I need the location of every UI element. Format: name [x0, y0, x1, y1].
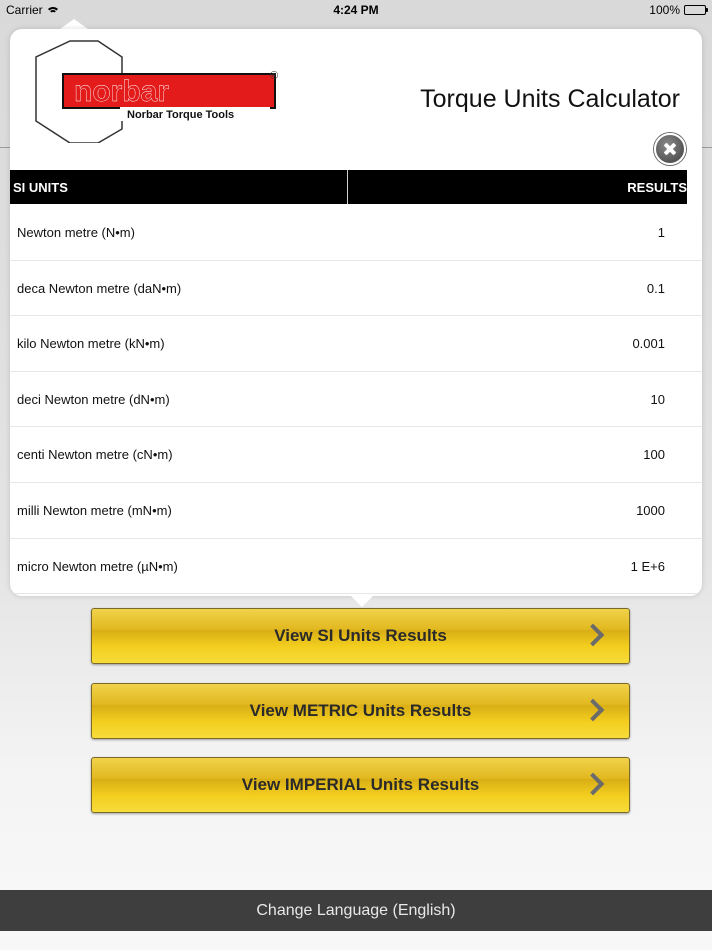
results-table: Newton metre (N•m) 1 deca Newton metre (… [10, 205, 702, 595]
button-label: View IMPERIAL Units Results [241, 775, 480, 794]
unit-label: deci Newton metre (dN•m) [17, 391, 170, 407]
status-bar: Carrier 4:24 PM 100% [0, 0, 712, 20]
button-label: View METRIC Units Results [249, 701, 472, 720]
unit-label: milli Newton metre (mN•m) [17, 502, 172, 518]
logo-registered-mark: ® [270, 70, 278, 82]
table-row: kilo Newton metre (kN•m) 0.001 [10, 316, 702, 372]
logo-tagline: Norbar Torque Tools [127, 109, 234, 121]
view-si-results-button[interactable]: View SI Units Results [91, 608, 630, 664]
unit-value: 10 [650, 391, 665, 407]
popover-top-nub [60, 19, 88, 29]
view-metric-results-button[interactable]: View METRIC Units Results [91, 683, 630, 739]
button-label: View SI Units Results [274, 626, 447, 645]
unit-label: kilo Newton metre (kN•m) [17, 336, 165, 352]
unit-value: 100 [643, 447, 665, 463]
unit-value: 1000 [636, 502, 665, 518]
background-divider [702, 147, 712, 148]
unit-label: micro Newton metre (µN•m) [17, 558, 178, 574]
unit-label: Newton metre (N•m) [17, 225, 135, 240]
table-header: SI UNITS RESULTS [10, 170, 687, 204]
table-row: micro Newton metre (µN•m) 1 E+6 [10, 539, 702, 595]
column-header-units: SI UNITS [13, 180, 68, 195]
view-imperial-results-button[interactable]: View IMPERIAL Units Results [91, 757, 630, 813]
chevron-right-icon [581, 772, 605, 796]
change-language-button[interactable]: Change Language (English) [0, 890, 712, 931]
table-row: deci Newton metre (dN•m) 10 [10, 372, 702, 428]
popover-arrow [350, 595, 374, 607]
logo-brand-text: norbar [74, 75, 169, 108]
unit-value: 0.001 [632, 336, 665, 352]
column-header-results: RESULTS [627, 180, 687, 195]
battery-icon [684, 5, 708, 15]
status-time: 4:24 PM [333, 3, 379, 17]
battery-indicator: 100% [649, 3, 708, 17]
close-icon[interactable] [654, 133, 686, 165]
table-row: deca Newton metre (daN•m) 0.1 [10, 261, 702, 317]
table-row: Newton metre (N•m) 1 [10, 205, 702, 261]
unit-value: 1 [657, 225, 665, 240]
chevron-right-icon [581, 623, 605, 647]
table-row: centi Newton metre (cN•m) 100 [10, 427, 702, 483]
table-row: milli Newton metre (mN•m) 1000 [10, 483, 702, 539]
background-divider [0, 147, 10, 148]
unit-label: centi Newton metre (cN•m) [17, 447, 173, 463]
unit-value: 0.1 [646, 280, 665, 296]
results-popover: norbar ® Norbar Torque Tools Torque Unit… [10, 29, 702, 596]
unit-label: deca Newton metre (daN•m) [17, 280, 182, 296]
norbar-logo: norbar ® Norbar Torque Tools [35, 40, 278, 143]
chevron-right-icon [581, 698, 605, 722]
unit-value: 1 E+6 [630, 558, 665, 574]
battery-percent: 100% [649, 3, 680, 17]
page-title: Torque Units Calculator [420, 85, 680, 113]
header-divider [347, 170, 348, 204]
